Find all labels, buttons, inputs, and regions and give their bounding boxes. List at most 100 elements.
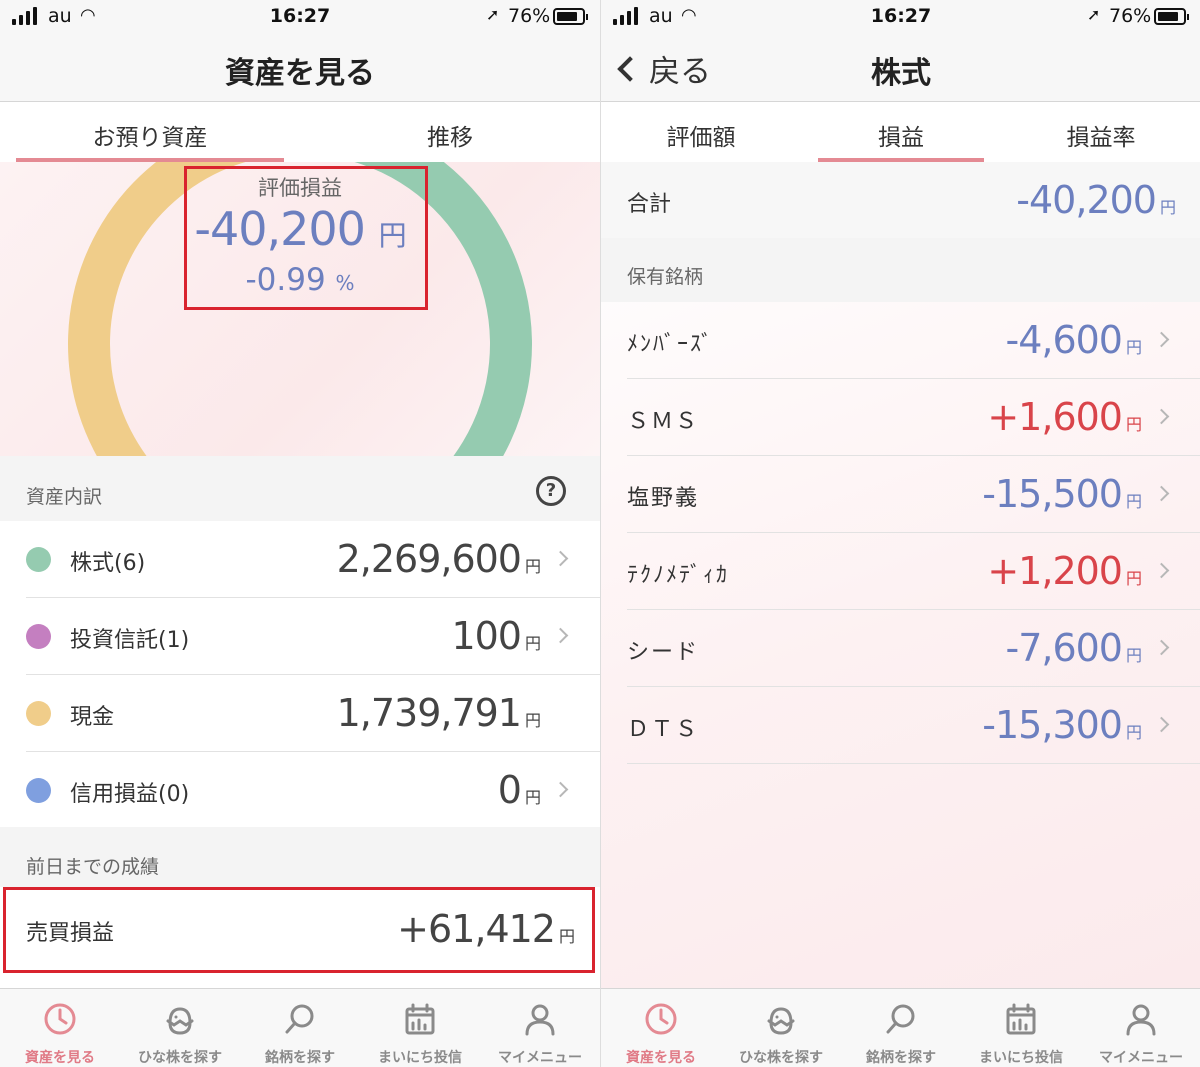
segment-tabs: お預り資産 推移 bbox=[0, 103, 600, 162]
tab-bar-item[interactable]: 銘柄を探す bbox=[841, 989, 961, 1067]
status-bar: au ◠ 16:27 ➚ 76% bbox=[601, 0, 1200, 34]
valuation-unit: 円 bbox=[378, 219, 407, 252]
breakdown-value: 100 円 bbox=[451, 614, 541, 658]
holding-row[interactable]: ﾒﾝﾊﾞｰｽﾞ -4,600 円 bbox=[601, 302, 1200, 379]
person-icon bbox=[522, 1001, 558, 1037]
holding-row[interactable]: シード -7,600 円 bbox=[601, 610, 1200, 687]
location-icon: ➚ bbox=[1087, 5, 1101, 24]
legend-dot bbox=[26, 701, 51, 726]
stock-pl-screen: au ◠ 16:27 ➚ 76% 戻る 株式 評価額 損益 損益率 合計 -40… bbox=[600, 0, 1200, 1067]
chevron-right-icon bbox=[552, 550, 569, 567]
breakdown-label: 株式(6) bbox=[70, 551, 146, 576]
clock-icon bbox=[42, 1001, 78, 1037]
holding-row[interactable]: 塩野義 -15,500 円 bbox=[601, 456, 1200, 533]
valuation-rate-unit: % bbox=[335, 271, 355, 295]
person-icon bbox=[1123, 1001, 1159, 1037]
tab-bar-item[interactable]: まいにち投信 bbox=[961, 989, 1081, 1067]
total-value: -40,200 円 bbox=[1016, 178, 1176, 222]
tab-bar-item[interactable]: ひな株を探す bbox=[120, 989, 240, 1067]
chevron-right-icon bbox=[1153, 562, 1170, 579]
breakdown-number: 100 bbox=[451, 614, 522, 658]
tab-profit-loss[interactable]: 損益 bbox=[801, 103, 1001, 162]
legend-dot bbox=[26, 624, 51, 649]
total-row: 合計 -40,200 円 bbox=[601, 162, 1200, 238]
total-label: 合計 bbox=[627, 192, 672, 217]
breakdown-unit: 円 bbox=[524, 634, 541, 653]
holding-number: -4,600 bbox=[1005, 318, 1122, 362]
tab-bar-label: 資産を見る bbox=[626, 1050, 696, 1066]
location-icon: ➚ bbox=[486, 5, 500, 24]
tab-bar-label: 銘柄を探す bbox=[265, 1050, 335, 1066]
breakdown-unit: 円 bbox=[524, 788, 541, 807]
total-unit: 円 bbox=[1159, 198, 1176, 217]
holding-name: ﾒﾝﾊﾞｰｽﾞ bbox=[627, 332, 715, 357]
breakdown-unit: 円 bbox=[524, 557, 541, 576]
breakdown-row[interactable]: 信用損益(0) 0 円 bbox=[0, 752, 600, 829]
holding-value: -4,600 円 bbox=[1005, 318, 1142, 362]
breakdown-header: 資産内訳 ? bbox=[0, 456, 600, 526]
holding-value: +1,600 円 bbox=[987, 395, 1142, 439]
clock-icon bbox=[643, 1001, 679, 1037]
tab-bar-item[interactable]: まいにち投信 bbox=[360, 989, 480, 1067]
tab-bar-label: マイメニュー bbox=[1099, 1050, 1183, 1066]
holding-number: +1,600 bbox=[987, 395, 1123, 439]
holdings-header: 保有銘柄 bbox=[601, 238, 1200, 302]
calendar-icon bbox=[402, 1001, 438, 1037]
tab-valuation[interactable]: 評価額 bbox=[601, 103, 801, 162]
highlight-box bbox=[3, 887, 595, 973]
tab-bar-item[interactable]: ひな株を探す bbox=[721, 989, 841, 1067]
holding-number: -15,300 bbox=[982, 703, 1123, 747]
battery-icon bbox=[553, 8, 588, 25]
breakdown-label: 投資信託(1) bbox=[70, 628, 190, 653]
bottom-tab-bar: 資産を見る ひな株を探す 銘柄を探す まいにち投信 マイメニュー bbox=[601, 988, 1200, 1067]
breakdown-header-label: 資産内訳 bbox=[26, 486, 103, 508]
breakdown-number: 0 bbox=[497, 768, 522, 812]
bottom-tab-bar: 資産を見る ひな株を探す 銘柄を探す まいにち投信 マイメニュー bbox=[0, 988, 600, 1067]
tab-bar-label: ひな株を探す bbox=[739, 1050, 823, 1066]
search-icon bbox=[282, 1001, 318, 1037]
breakdown-row[interactable]: 株式(6) 2,269,600 円 bbox=[0, 521, 600, 598]
segment-tabs: 評価額 損益 損益率 bbox=[601, 103, 1200, 162]
row-divider bbox=[627, 763, 1200, 764]
breakdown-label: 信用損益(0) bbox=[70, 782, 190, 807]
battery-icon bbox=[1154, 8, 1189, 25]
valuation-rate-number: -0.99 bbox=[245, 262, 326, 298]
tab-bar-item[interactable]: 銘柄を探す bbox=[240, 989, 360, 1067]
chevron-right-icon bbox=[1153, 716, 1170, 733]
holding-unit: 円 bbox=[1125, 646, 1142, 665]
chick-icon bbox=[763, 1001, 799, 1037]
valuation-amount-number: -40,200 bbox=[194, 202, 366, 256]
holding-unit: 円 bbox=[1125, 338, 1142, 357]
breakdown-value: 0円 bbox=[497, 768, 541, 812]
valuation-rate: -0.99 % bbox=[0, 262, 600, 298]
tab-history[interactable]: 推移 bbox=[300, 103, 600, 162]
chevron-right-icon bbox=[1153, 408, 1170, 425]
status-bar: au ◠ 16:27 ➚ 76% bbox=[0, 0, 600, 34]
holding-unit: 円 bbox=[1125, 723, 1142, 742]
tab-bar-item[interactable]: 資産を見る bbox=[0, 989, 120, 1067]
asset-overview-screen: au ◠ 16:27 ➚ 76% 資産を見る お預り資産 推移 評価損益 -40… bbox=[0, 0, 600, 1067]
breakdown-label: 現金 bbox=[70, 705, 115, 730]
holding-value: +1,200 円 bbox=[987, 549, 1142, 593]
holding-row[interactable]: ＤＴＳ -15,300 円 bbox=[601, 687, 1200, 764]
tab-bar-item[interactable]: 資産を見る bbox=[601, 989, 721, 1067]
holding-value: -15,300 円 bbox=[982, 703, 1142, 747]
tab-bar-item[interactable]: マイメニュー bbox=[1081, 989, 1200, 1067]
tab-bar-label: まいにち投信 bbox=[979, 1050, 1063, 1066]
holding-row[interactable]: ＳＭＳ +1,600 円 bbox=[601, 379, 1200, 456]
breakdown-value: 2,269,600 円 bbox=[337, 537, 541, 581]
help-icon[interactable]: ? bbox=[536, 476, 566, 506]
tab-deposited-assets[interactable]: お預り資産 bbox=[0, 103, 300, 162]
tab-bar-item[interactable]: マイメニュー bbox=[480, 989, 600, 1067]
holding-name: ＤＴＳ bbox=[627, 717, 700, 742]
page-title: 資産を見る bbox=[225, 56, 375, 91]
tab-bar-label: ひな株を探す bbox=[138, 1050, 222, 1066]
valuation-label: 評価損益 bbox=[258, 176, 342, 200]
holding-row[interactable]: ﾃｸﾉﾒﾃﾞｨｶ +1,200 円 bbox=[601, 533, 1200, 610]
chevron-right-icon bbox=[1153, 331, 1170, 348]
chevron-right-icon bbox=[552, 781, 569, 798]
holding-name: 塩野義 bbox=[627, 486, 700, 511]
breakdown-row[interactable]: 投資信託(1) 100 円 bbox=[0, 598, 600, 675]
holding-number: +1,200 bbox=[987, 549, 1123, 593]
tab-profit-rate[interactable]: 損益率 bbox=[1001, 103, 1200, 162]
